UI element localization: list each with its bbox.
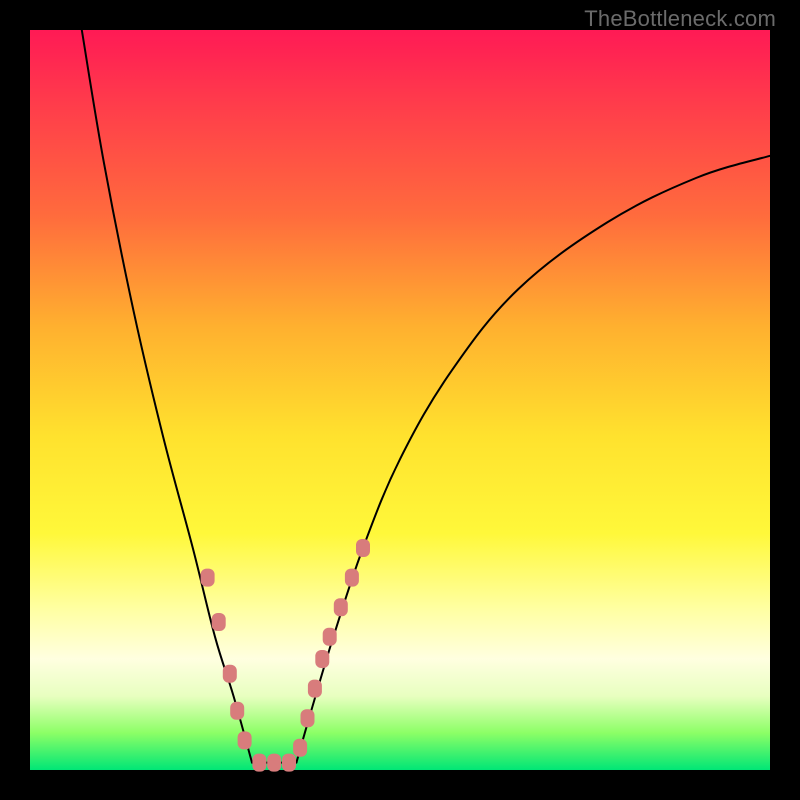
data-marker <box>230 702 244 720</box>
data-marker <box>201 569 215 587</box>
data-marker <box>345 569 359 587</box>
marker-group <box>201 539 370 772</box>
data-marker <box>252 754 266 772</box>
data-marker <box>212 613 226 631</box>
data-marker <box>267 754 281 772</box>
data-marker <box>238 731 252 749</box>
curve-left-branch <box>82 30 252 763</box>
data-marker <box>301 709 315 727</box>
curve-right-branch <box>296 156 770 763</box>
data-marker <box>356 539 370 557</box>
data-marker <box>334 598 348 616</box>
data-marker <box>323 628 337 646</box>
watermark-text: TheBottleneck.com <box>584 6 776 32</box>
data-marker <box>293 739 307 757</box>
data-marker <box>315 650 329 668</box>
data-marker <box>223 665 237 683</box>
chart-frame: TheBottleneck.com <box>0 0 800 800</box>
data-marker <box>308 680 322 698</box>
chart-svg <box>30 30 770 770</box>
data-marker <box>282 754 296 772</box>
